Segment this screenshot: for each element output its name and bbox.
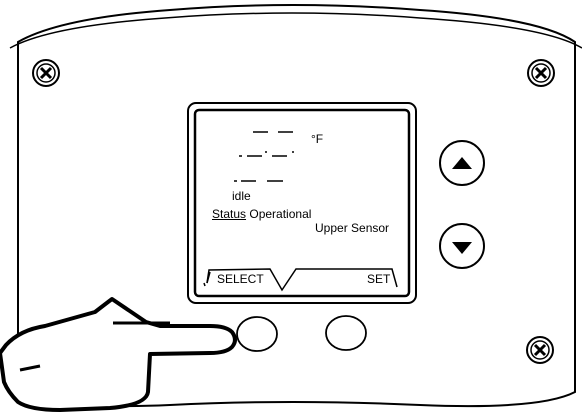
select-button[interactable] [237, 317, 277, 351]
set-softkey-label: SET [367, 272, 391, 286]
up-arrow-button[interactable] [440, 141, 484, 185]
status-row: Status Operational [212, 208, 311, 220]
time-digits [239, 151, 294, 157]
temperature-unit: °F [311, 132, 324, 146]
screw-icon-bottom-right [526, 336, 554, 364]
status-value: Operational [249, 207, 312, 221]
mode-text: idle [232, 189, 251, 203]
down-arrow-button[interactable] [440, 224, 484, 268]
status-label: Status [212, 207, 247, 221]
select-softkey-label: SELECT [217, 272, 264, 286]
sensor-text: Upper Sensor [315, 221, 390, 235]
pointing-hand-icon [0, 297, 237, 412]
screw-icon-top-right [527, 59, 555, 87]
screw-icon-top-left [32, 59, 60, 87]
lcd-inner [193, 108, 411, 298]
set-button[interactable] [326, 316, 366, 350]
